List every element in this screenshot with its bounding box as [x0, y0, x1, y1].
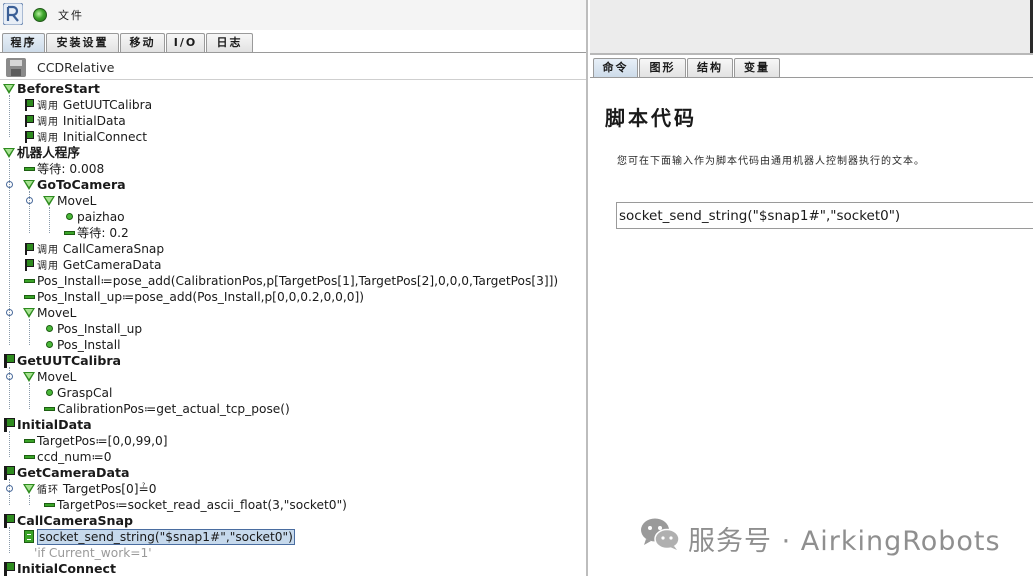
- node-label: 'if Current_work=1': [34, 546, 152, 560]
- node-label: GetCameraData: [62, 258, 162, 272]
- tab-move[interactable]: 移动: [120, 33, 165, 52]
- node-label: MoveL: [37, 370, 77, 384]
- right-top-bar: [590, 0, 1033, 53]
- tree-guide-line: [9, 479, 10, 505]
- assignment-icon: [22, 273, 36, 289]
- node-label: GetUUTCalibra: [17, 353, 122, 368]
- save-disk-icon[interactable]: [6, 58, 26, 77]
- tree-guide-line: [29, 191, 30, 233]
- call-flag-icon: [22, 97, 36, 113]
- node-keyword: 循环: [37, 485, 59, 496]
- assignment-icon: [42, 401, 56, 417]
- assignment-icon: [62, 225, 76, 241]
- node-label: 等待: 0.008: [37, 162, 105, 176]
- node-label: 等待: 0.2: [77, 226, 129, 240]
- script-title: 脚本代码: [605, 106, 697, 130]
- watermark-text: 服务号 · AirkingRobots: [688, 526, 1001, 557]
- program-name: CCDRelative: [37, 60, 115, 75]
- right-separator: [590, 53, 1033, 55]
- tab-graphics[interactable]: 图形: [639, 58, 686, 77]
- node-label: MoveL: [37, 306, 77, 320]
- sub-tabs-divider: [590, 77, 1033, 78]
- assignment-icon: [22, 161, 36, 177]
- node-label: CallCameraSnap: [62, 242, 165, 256]
- assignment-icon: [22, 449, 36, 465]
- tab-installation[interactable]: 安装设置: [46, 33, 119, 52]
- node-label: Pos_Install_up: [57, 322, 143, 336]
- tree-guide-line: [9, 159, 10, 345]
- tab-log[interactable]: 日志: [206, 33, 253, 52]
- status-light-icon: [33, 8, 47, 22]
- call-flag-icon: [22, 129, 36, 145]
- node-label: TargetPos[0]≟0: [62, 482, 157, 496]
- assignment-icon: [42, 497, 56, 513]
- node-keyword: 调用: [37, 261, 59, 272]
- node-label: paizhao: [77, 210, 125, 224]
- node-keyword: 调用: [37, 117, 59, 128]
- main-tabs: 程序 安装设置 移动 I/O 日志: [0, 33, 586, 52]
- node-label: GetUUTCalibra: [62, 98, 153, 112]
- tree-guide-line: [49, 207, 50, 233]
- node-keyword: 调用: [37, 245, 59, 256]
- node-label: socket_send_string("$snap1#","socket0"): [37, 529, 295, 545]
- node-label: Pos_Install_up≔pose_add(Pos_Install,p[0,…: [37, 290, 364, 304]
- node-label: GoToCamera: [37, 177, 126, 192]
- file-menu[interactable]: 文件: [58, 7, 84, 23]
- call-flag-icon: [22, 257, 36, 273]
- script-code-input[interactable]: [616, 202, 1033, 229]
- node-label: 机器人程序: [17, 145, 80, 160]
- tab-command[interactable]: 命令: [593, 58, 638, 77]
- tab-io[interactable]: I/O: [166, 33, 205, 52]
- node-label: Pos_Install: [57, 338, 121, 352]
- node-label: GraspCal: [57, 386, 113, 400]
- tree-guide-line: [9, 95, 10, 137]
- tree-guide-line: [29, 319, 30, 345]
- node-label: TargetPos≔[0,0,99,0]: [37, 434, 168, 448]
- node-label: GetCameraData: [17, 465, 130, 480]
- waypoint-icon: [42, 321, 56, 337]
- assignment-icon: [22, 433, 36, 449]
- command-pane: 命令 图形 结构 变量 脚本代码 您可在下面输入作为脚本代码由通用机器人控制器执…: [590, 0, 1033, 576]
- tab-program[interactable]: 程序: [2, 33, 45, 52]
- node-label: InitialData: [17, 417, 92, 432]
- call-flag-icon: [22, 241, 36, 257]
- node-label: CalibrationPos≔get_actual_tcp_pose(): [57, 402, 290, 416]
- tab-structure[interactable]: 结构: [687, 58, 733, 77]
- tabs-divider: [0, 52, 586, 53]
- node-keyword: 调用: [37, 133, 59, 144]
- wechat-logo-icon: [641, 518, 680, 550]
- node-label: TargetPos≔socket_read_ascii_float(3,"soc…: [57, 498, 347, 512]
- node-label: InitialConnect: [17, 561, 116, 576]
- program-pane: 文件 程序 安装设置 移动 I/O 日志 CCDRelative BeforeS…: [0, 0, 588, 576]
- node-keyword: 调用: [37, 101, 59, 112]
- ur-logo-icon: [3, 3, 23, 25]
- assignment-icon: [22, 289, 36, 305]
- tree-guide-line: [29, 495, 30, 505]
- node-label: Pos_Install≔pose_add(CalibrationPos,p[Ta…: [37, 274, 559, 288]
- sub-tabs: 命令 图形 结构 变量: [590, 58, 1033, 77]
- node-label: ccd_num≔0: [37, 450, 112, 464]
- tab-variables[interactable]: 变量: [734, 58, 780, 77]
- tree-guide-line: [29, 383, 30, 409]
- tree-guide-line: [9, 431, 10, 457]
- program-header: CCDRelative: [0, 56, 586, 80]
- node-label: InitialData: [62, 114, 126, 128]
- node-label: CallCameraSnap: [17, 513, 134, 528]
- program-tree: BeforeStart 调用 GetUUTCalibra 调用 InitialDat…: [0, 81, 586, 576]
- subprogram-flag-icon: [2, 561, 16, 576]
- script-icon: [22, 529, 36, 545]
- waypoint-icon: [42, 385, 56, 401]
- title-bar: 文件: [0, 0, 586, 30]
- tree-guide-line: [9, 527, 10, 553]
- tree-guide-line: [9, 367, 10, 409]
- node-label: BeforeStart: [17, 81, 100, 96]
- call-flag-icon: [22, 113, 36, 129]
- node-label: InitialConnect: [62, 130, 147, 144]
- node-label: MoveL: [57, 194, 97, 208]
- waypoint-icon: [42, 337, 56, 353]
- waypoint-icon: [62, 209, 76, 225]
- script-description: 您可在下面输入作为脚本代码由通用机器人控制器执行的文本。: [617, 156, 925, 167]
